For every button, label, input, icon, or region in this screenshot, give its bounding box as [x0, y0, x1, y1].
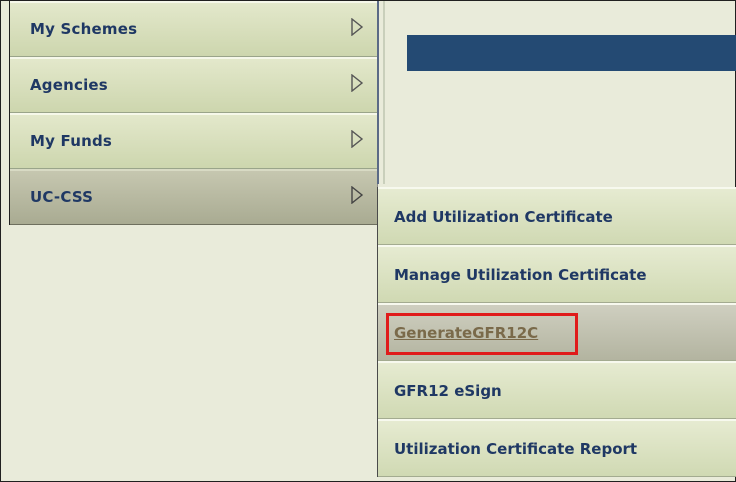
submenu-item-label[interactable]: GenerateGFR12C [394, 324, 538, 342]
header-bar [407, 35, 736, 71]
chevron-right-icon [351, 18, 364, 36]
nav-item-my-funds[interactable]: My Funds [10, 113, 378, 169]
nav-item-label: My Schemes [30, 20, 138, 38]
submenu-item-label: Manage Utilization Certificate [394, 266, 647, 284]
panel-divider [377, 1, 379, 184]
nav-item-label: Agencies [30, 76, 108, 94]
nav-item-my-schemes[interactable]: My Schemes [10, 1, 378, 57]
submenu-item-generate-gfr12c[interactable]: GenerateGFR12C [378, 303, 736, 361]
chevron-right-icon [351, 74, 364, 92]
chevron-right-icon [351, 186, 364, 204]
nav-item-label: My Funds [30, 132, 113, 150]
nav-item-agencies[interactable]: Agencies [10, 57, 378, 113]
panel-divider-light [383, 1, 385, 184]
submenu-item-manage-uc[interactable]: Manage Utilization Certificate [378, 245, 736, 303]
uc-css-submenu: Add Utilization Certificate Manage Utili… [377, 187, 736, 477]
submenu-item-label: Add Utilization Certificate [394, 208, 613, 226]
submenu-item-add-uc[interactable]: Add Utilization Certificate [378, 187, 736, 245]
app-frame: My Schemes Agencies My Funds UC-CSS Add … [0, 0, 736, 482]
submenu-item-uc-report[interactable]: Utilization Certificate Report [378, 419, 736, 477]
nav-item-uc-css[interactable]: UC-CSS [10, 169, 378, 225]
chevron-right-icon [351, 130, 364, 148]
left-nav-menu: My Schemes Agencies My Funds UC-CSS [9, 1, 378, 225]
submenu-item-gfr12-esign[interactable]: GFR12 eSign [378, 361, 736, 419]
submenu-item-label: GFR12 eSign [394, 382, 502, 400]
submenu-item-label: Utilization Certificate Report [394, 440, 638, 458]
nav-item-label: UC-CSS [30, 188, 94, 206]
